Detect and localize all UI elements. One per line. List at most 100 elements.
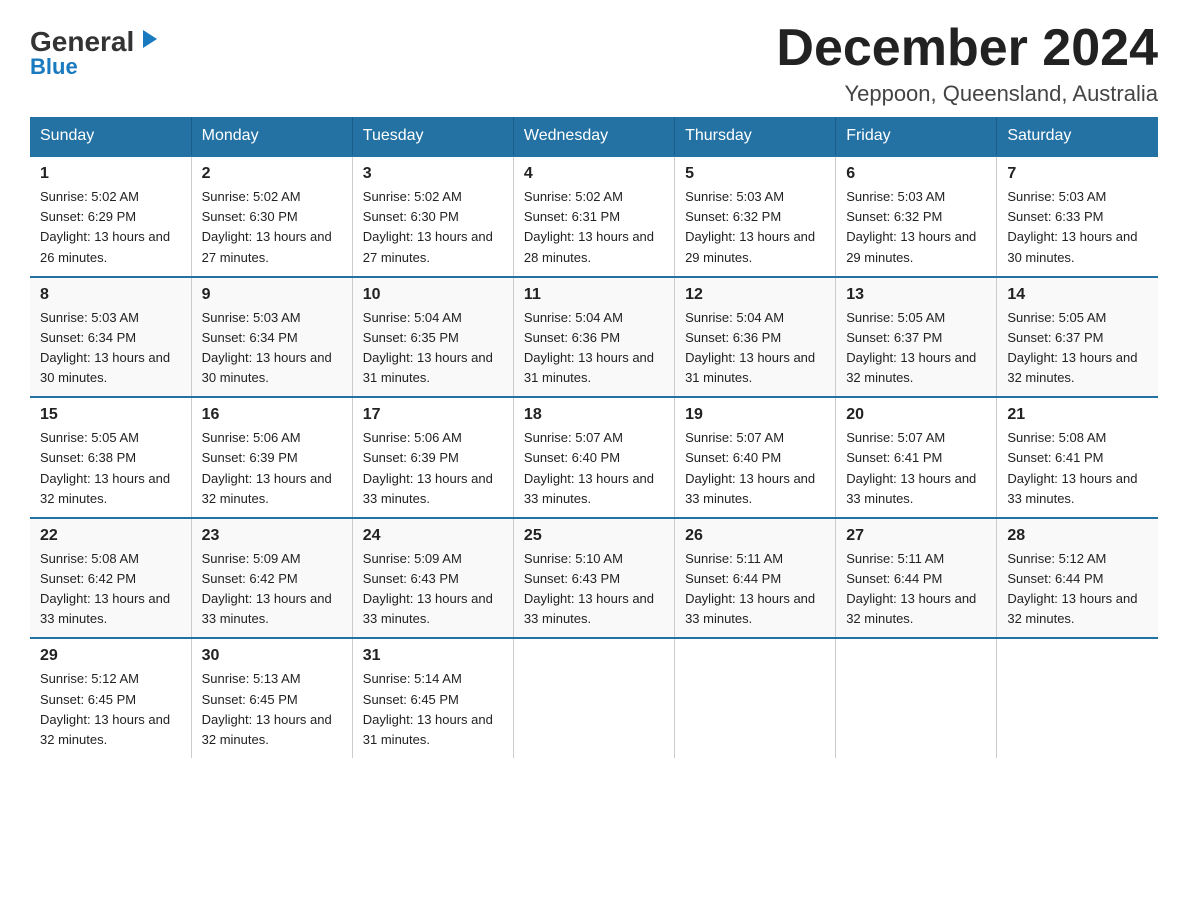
day-number: 24 xyxy=(363,527,503,545)
day-number: 28 xyxy=(1007,527,1148,545)
day-info: Sunrise: 5:02 AMSunset: 6:30 PMDaylight:… xyxy=(202,189,332,264)
day-number: 18 xyxy=(524,406,664,424)
calendar-cell: 8 Sunrise: 5:03 AMSunset: 6:34 PMDayligh… xyxy=(30,277,191,398)
day-number: 22 xyxy=(40,527,181,545)
calendar-cell: 13 Sunrise: 5:05 AMSunset: 6:37 PMDaylig… xyxy=(836,277,997,398)
calendar-cell: 26 Sunrise: 5:11 AMSunset: 6:44 PMDaylig… xyxy=(675,518,836,639)
logo-icon xyxy=(135,26,161,52)
col-saturday: Saturday xyxy=(997,117,1158,156)
title-block: December 2024 Yeppoon, Queensland, Austr… xyxy=(776,20,1158,107)
day-number: 6 xyxy=(846,165,986,183)
calendar-cell: 17 Sunrise: 5:06 AMSunset: 6:39 PMDaylig… xyxy=(352,397,513,518)
calendar-cell: 18 Sunrise: 5:07 AMSunset: 6:40 PMDaylig… xyxy=(513,397,674,518)
calendar-cell: 7 Sunrise: 5:03 AMSunset: 6:33 PMDayligh… xyxy=(997,156,1158,277)
day-number: 17 xyxy=(363,406,503,424)
calendar-cell: 9 Sunrise: 5:03 AMSunset: 6:34 PMDayligh… xyxy=(191,277,352,398)
day-info: Sunrise: 5:03 AMSunset: 6:34 PMDaylight:… xyxy=(40,310,170,385)
calendar-row: 22 Sunrise: 5:08 AMSunset: 6:42 PMDaylig… xyxy=(30,518,1158,639)
day-number: 23 xyxy=(202,527,342,545)
day-info: Sunrise: 5:02 AMSunset: 6:29 PMDaylight:… xyxy=(40,189,170,264)
calendar-cell: 30 Sunrise: 5:13 AMSunset: 6:45 PMDaylig… xyxy=(191,638,352,758)
calendar-cell: 28 Sunrise: 5:12 AMSunset: 6:44 PMDaylig… xyxy=(997,518,1158,639)
col-thursday: Thursday xyxy=(675,117,836,156)
calendar-cell: 20 Sunrise: 5:07 AMSunset: 6:41 PMDaylig… xyxy=(836,397,997,518)
day-info: Sunrise: 5:02 AMSunset: 6:31 PMDaylight:… xyxy=(524,189,654,264)
logo-text-blue: Blue xyxy=(30,54,78,80)
page-subtitle: Yeppoon, Queensland, Australia xyxy=(776,81,1158,107)
day-info: Sunrise: 5:05 AMSunset: 6:37 PMDaylight:… xyxy=(846,310,976,385)
calendar-cell xyxy=(836,638,997,758)
calendar-body: 1 Sunrise: 5:02 AMSunset: 6:29 PMDayligh… xyxy=(30,156,1158,758)
day-info: Sunrise: 5:03 AMSunset: 6:34 PMDaylight:… xyxy=(202,310,332,385)
day-number: 9 xyxy=(202,286,342,304)
day-number: 4 xyxy=(524,165,664,183)
day-number: 29 xyxy=(40,647,181,665)
page-title: December 2024 xyxy=(776,20,1158,77)
day-number: 30 xyxy=(202,647,342,665)
day-info: Sunrise: 5:11 AMSunset: 6:44 PMDaylight:… xyxy=(846,551,976,626)
calendar-cell: 4 Sunrise: 5:02 AMSunset: 6:31 PMDayligh… xyxy=(513,156,674,277)
logo-text-general: General xyxy=(30,28,134,56)
calendar-cell: 25 Sunrise: 5:10 AMSunset: 6:43 PMDaylig… xyxy=(513,518,674,639)
calendar-cell: 6 Sunrise: 5:03 AMSunset: 6:32 PMDayligh… xyxy=(836,156,997,277)
day-number: 8 xyxy=(40,286,181,304)
day-info: Sunrise: 5:07 AMSunset: 6:40 PMDaylight:… xyxy=(524,430,654,505)
day-number: 26 xyxy=(685,527,825,545)
calendar-cell: 16 Sunrise: 5:06 AMSunset: 6:39 PMDaylig… xyxy=(191,397,352,518)
day-info: Sunrise: 5:03 AMSunset: 6:33 PMDaylight:… xyxy=(1007,189,1137,264)
day-number: 25 xyxy=(524,527,664,545)
day-info: Sunrise: 5:06 AMSunset: 6:39 PMDaylight:… xyxy=(363,430,493,505)
calendar-cell: 31 Sunrise: 5:14 AMSunset: 6:45 PMDaylig… xyxy=(352,638,513,758)
day-number: 11 xyxy=(524,286,664,304)
calendar-cell: 29 Sunrise: 5:12 AMSunset: 6:45 PMDaylig… xyxy=(30,638,191,758)
day-number: 15 xyxy=(40,406,181,424)
day-info: Sunrise: 5:12 AMSunset: 6:45 PMDaylight:… xyxy=(40,671,170,746)
calendar-cell: 12 Sunrise: 5:04 AMSunset: 6:36 PMDaylig… xyxy=(675,277,836,398)
calendar-cell: 27 Sunrise: 5:11 AMSunset: 6:44 PMDaylig… xyxy=(836,518,997,639)
day-number: 16 xyxy=(202,406,342,424)
day-info: Sunrise: 5:04 AMSunset: 6:36 PMDaylight:… xyxy=(685,310,815,385)
day-number: 14 xyxy=(1007,286,1148,304)
calendar-cell: 1 Sunrise: 5:02 AMSunset: 6:29 PMDayligh… xyxy=(30,156,191,277)
calendar-cell: 10 Sunrise: 5:04 AMSunset: 6:35 PMDaylig… xyxy=(352,277,513,398)
page-header: General Blue December 2024 Yeppoon, Quee… xyxy=(30,20,1158,107)
logo: General Blue xyxy=(30,20,161,80)
day-info: Sunrise: 5:05 AMSunset: 6:37 PMDaylight:… xyxy=(1007,310,1137,385)
calendar-cell: 2 Sunrise: 5:02 AMSunset: 6:30 PMDayligh… xyxy=(191,156,352,277)
day-number: 1 xyxy=(40,165,181,183)
day-number: 19 xyxy=(685,406,825,424)
day-number: 27 xyxy=(846,527,986,545)
day-number: 13 xyxy=(846,286,986,304)
day-number: 3 xyxy=(363,165,503,183)
day-info: Sunrise: 5:10 AMSunset: 6:43 PMDaylight:… xyxy=(524,551,654,626)
day-info: Sunrise: 5:07 AMSunset: 6:40 PMDaylight:… xyxy=(685,430,815,505)
calendar-row: 15 Sunrise: 5:05 AMSunset: 6:38 PMDaylig… xyxy=(30,397,1158,518)
calendar-cell: 23 Sunrise: 5:09 AMSunset: 6:42 PMDaylig… xyxy=(191,518,352,639)
day-info: Sunrise: 5:02 AMSunset: 6:30 PMDaylight:… xyxy=(363,189,493,264)
day-info: Sunrise: 5:13 AMSunset: 6:45 PMDaylight:… xyxy=(202,671,332,746)
day-number: 10 xyxy=(363,286,503,304)
calendar-header-row: Sunday Monday Tuesday Wednesday Thursday… xyxy=(30,117,1158,156)
day-info: Sunrise: 5:12 AMSunset: 6:44 PMDaylight:… xyxy=(1007,551,1137,626)
calendar-cell xyxy=(997,638,1158,758)
day-number: 21 xyxy=(1007,406,1148,424)
day-info: Sunrise: 5:14 AMSunset: 6:45 PMDaylight:… xyxy=(363,671,493,746)
calendar-cell: 22 Sunrise: 5:08 AMSunset: 6:42 PMDaylig… xyxy=(30,518,191,639)
col-wednesday: Wednesday xyxy=(513,117,674,156)
day-info: Sunrise: 5:04 AMSunset: 6:36 PMDaylight:… xyxy=(524,310,654,385)
day-info: Sunrise: 5:08 AMSunset: 6:41 PMDaylight:… xyxy=(1007,430,1137,505)
calendar-row: 1 Sunrise: 5:02 AMSunset: 6:29 PMDayligh… xyxy=(30,156,1158,277)
calendar-row: 29 Sunrise: 5:12 AMSunset: 6:45 PMDaylig… xyxy=(30,638,1158,758)
day-info: Sunrise: 5:06 AMSunset: 6:39 PMDaylight:… xyxy=(202,430,332,505)
calendar-cell: 15 Sunrise: 5:05 AMSunset: 6:38 PMDaylig… xyxy=(30,397,191,518)
day-number: 2 xyxy=(202,165,342,183)
calendar-cell: 11 Sunrise: 5:04 AMSunset: 6:36 PMDaylig… xyxy=(513,277,674,398)
day-info: Sunrise: 5:09 AMSunset: 6:43 PMDaylight:… xyxy=(363,551,493,626)
calendar-cell: 14 Sunrise: 5:05 AMSunset: 6:37 PMDaylig… xyxy=(997,277,1158,398)
day-info: Sunrise: 5:09 AMSunset: 6:42 PMDaylight:… xyxy=(202,551,332,626)
calendar-table: Sunday Monday Tuesday Wednesday Thursday… xyxy=(30,117,1158,758)
calendar-cell: 21 Sunrise: 5:08 AMSunset: 6:41 PMDaylig… xyxy=(997,397,1158,518)
day-info: Sunrise: 5:04 AMSunset: 6:35 PMDaylight:… xyxy=(363,310,493,385)
day-info: Sunrise: 5:05 AMSunset: 6:38 PMDaylight:… xyxy=(40,430,170,505)
calendar-cell: 3 Sunrise: 5:02 AMSunset: 6:30 PMDayligh… xyxy=(352,156,513,277)
